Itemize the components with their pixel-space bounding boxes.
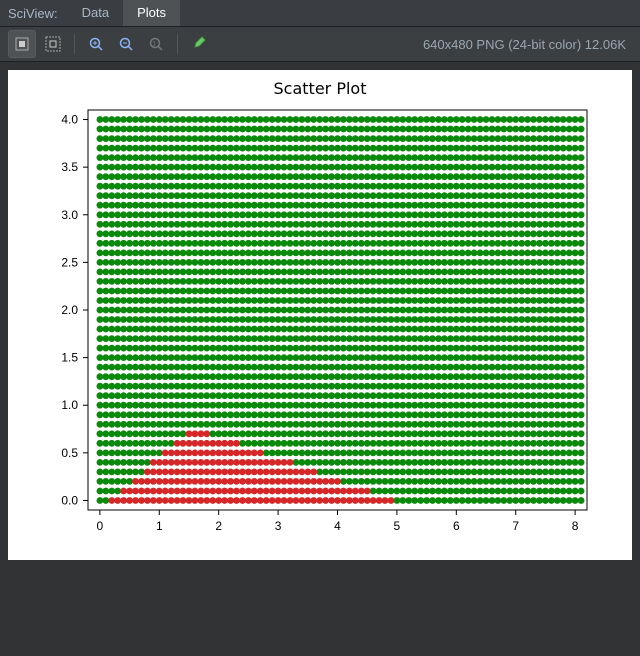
svg-text:2.0: 2.0: [61, 303, 78, 317]
zoom-in-icon[interactable]: [83, 31, 109, 57]
scatter-plot: Scatter Plot 0 1 2 3 4 5 6 7 8 0.0 0.5 1.0 1.5 2.0 2.5 3…: [8, 70, 632, 560]
svg-text:1.0: 1.0: [61, 398, 78, 412]
image-info: 640x480 PNG (24-bit color) 12.06K: [423, 37, 634, 52]
svg-text:8: 8: [572, 519, 579, 533]
svg-text:3.5: 3.5: [61, 160, 78, 174]
plot-viewport[interactable]: Scatter Plot 0 1 2 3 4 5 6 7 8 0.0 0.5 1.0 1.5 2.0 2.5 3…: [0, 62, 640, 656]
eyedropper-icon[interactable]: [186, 31, 212, 57]
fit-icon[interactable]: [8, 30, 36, 58]
svg-text:4.0: 4.0: [61, 113, 78, 127]
toolbar: 1 640x480 PNG (24-bit color) 12.06K: [0, 27, 640, 62]
zoom-out-icon[interactable]: [113, 31, 139, 57]
svg-text:7: 7: [512, 519, 519, 533]
separator: [177, 34, 178, 54]
svg-text:1.5: 1.5: [61, 351, 78, 365]
svg-text:3: 3: [275, 519, 282, 533]
svg-text:2: 2: [215, 519, 222, 533]
svg-text:1: 1: [153, 42, 157, 48]
app-label: SciView:: [0, 6, 68, 21]
titlebar: SciView: Data Plots: [0, 0, 640, 27]
tab-data[interactable]: Data: [68, 0, 123, 26]
svg-text:6: 6: [453, 519, 460, 533]
svg-text:0: 0: [97, 519, 104, 533]
svg-text:0.5: 0.5: [61, 446, 78, 460]
svg-text:Scatter Plot: Scatter Plot: [274, 79, 367, 98]
svg-text:4: 4: [334, 519, 341, 533]
svg-text:5: 5: [394, 519, 401, 533]
svg-text:0.0: 0.0: [61, 493, 78, 507]
zoom-reset-icon[interactable]: 1: [143, 31, 169, 57]
svg-text:3.0: 3.0: [61, 208, 78, 222]
separator: [74, 34, 75, 54]
tab-plots[interactable]: Plots: [123, 0, 180, 26]
svg-text:2.5: 2.5: [61, 255, 78, 269]
actual-size-icon[interactable]: [40, 31, 66, 57]
svg-text:1: 1: [156, 519, 163, 533]
